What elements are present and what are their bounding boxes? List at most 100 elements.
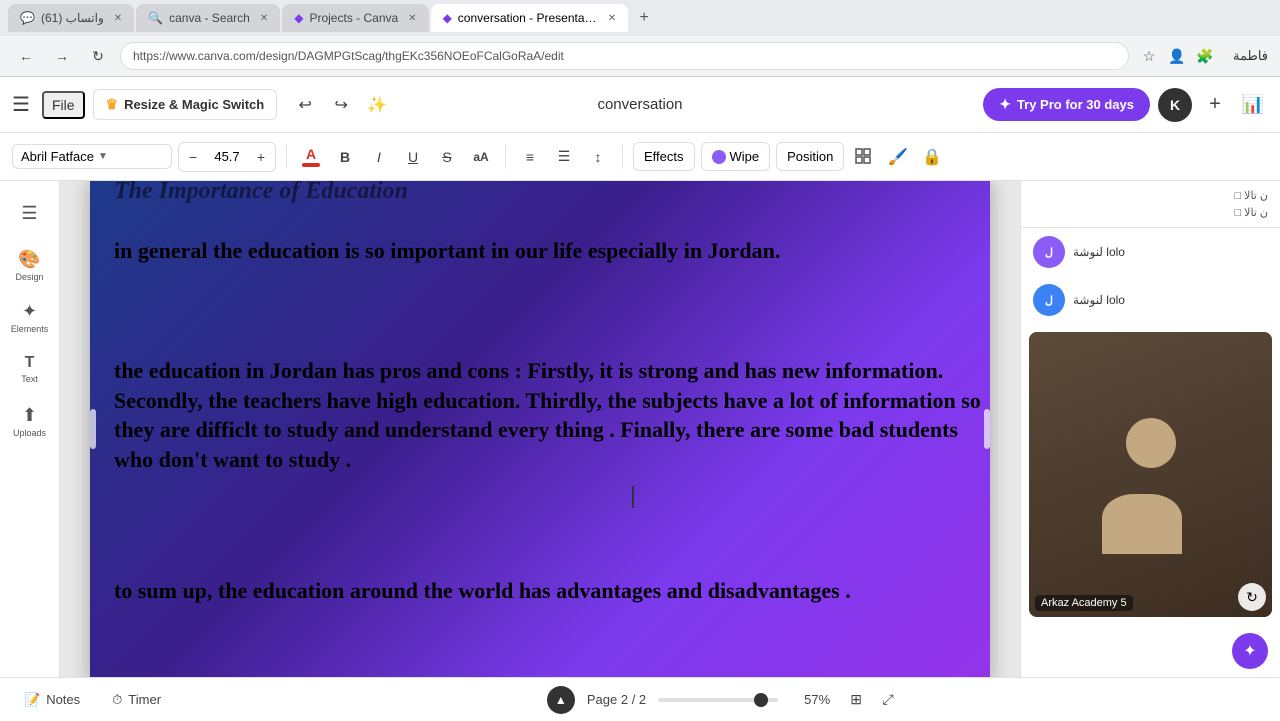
sparkle-button[interactable]: ✨ (361, 89, 393, 121)
video-label: Arkaz Academy 5 (1035, 595, 1133, 611)
separator-3 (622, 145, 623, 169)
bottom-center: ▲ Page 2 / 2 57% ⊞ ⤢ (185, 686, 1264, 714)
notes-button[interactable]: 📝 Notes (16, 688, 88, 712)
align-button[interactable]: ≡ (516, 143, 544, 171)
brush-button[interactable]: 🖌️ (884, 143, 912, 171)
video-person-head (1126, 418, 1176, 468)
grid-button[interactable] (850, 143, 878, 171)
effects-button[interactable]: Effects (633, 142, 695, 171)
video-placeholder (1029, 332, 1272, 617)
underline-button[interactable]: U (399, 143, 427, 171)
participant-avatar-1: ل (1033, 236, 1065, 268)
format-bar: Abril Fatface ▼ − + A B I U S aA ≡ ☰ ↕ E… (0, 133, 1280, 181)
page-progress-track[interactable] (658, 698, 778, 702)
video-refresh-button[interactable]: ↻ (1238, 583, 1266, 611)
tab-conversation[interactable]: ◆ conversation - Presentation ✕ (431, 4, 629, 32)
new-tab-button[interactable]: + (630, 4, 658, 32)
decrease-size-button[interactable]: − (179, 143, 207, 171)
font-dropdown-arrow: ▼ (98, 151, 108, 162)
right-sidebar-header: ن تالا □ ن تالا □ (1021, 181, 1280, 228)
sparkle-action-button[interactable]: ✦ (1232, 633, 1268, 669)
reload-button[interactable]: ↻ (84, 42, 112, 70)
separator-2 (505, 145, 506, 169)
lock-button[interactable]: 🔒 (918, 143, 946, 171)
notes-label: Notes (46, 692, 80, 707)
elements-icon: ✦ (22, 301, 37, 322)
plus-button[interactable]: + (1200, 90, 1230, 120)
tab-favicon-2: 🔍 (148, 11, 163, 25)
bold-button[interactable]: B (331, 143, 359, 171)
fullscreen-button[interactable]: ⤢ (874, 686, 902, 714)
profile-icon[interactable]: 👤 (1165, 44, 1189, 68)
resize-magic-switch-button[interactable]: ♛ Resize & Magic Switch (93, 89, 278, 120)
color-bar-icon (302, 163, 320, 167)
forward-button[interactable]: → (48, 42, 76, 70)
font-name: Abril Fatface (21, 149, 94, 164)
url-bar[interactable]: https://www.canva.com/design/DAGMPGtScag… (120, 42, 1129, 70)
scroll-up-button[interactable]: ▲ (547, 686, 575, 714)
resize-label: Resize & Magic Switch (124, 97, 264, 112)
effects-label: Effects (644, 149, 684, 164)
tab-search[interactable]: 🔍 canva - Search ✕ (136, 4, 280, 32)
tab-projects[interactable]: ◆ Projects - Canva ✕ (282, 4, 428, 32)
undo-button[interactable]: ↩ (289, 89, 321, 121)
app-container: ☰ File ♛ Resize & Magic Switch ↩ ↪ ✨ con… (0, 77, 1280, 721)
resize-handle-right[interactable] (984, 409, 990, 449)
font-size-input[interactable] (207, 149, 247, 164)
case-button[interactable]: aA (467, 143, 495, 171)
document-title: conversation (597, 96, 682, 113)
tab-favicon-4: ◆ (443, 11, 452, 25)
text-cursor (630, 486, 634, 508)
slide-text-block-1[interactable]: in general the education is so important… (114, 236, 990, 266)
increase-size-button[interactable]: + (247, 143, 275, 171)
timer-icon: ⏱ (112, 692, 122, 708)
user-avatar[interactable]: K (1158, 88, 1192, 122)
tab-close-1[interactable]: ✕ (114, 13, 122, 24)
position-button[interactable]: Position (776, 142, 844, 171)
tab-favicon-3: ◆ (294, 11, 303, 25)
bottom-bar: 📝 Notes ⏱ Timer ▲ Page 2 / 2 57% ⊞ ⤢ (0, 677, 1280, 721)
bookmark-icon[interactable]: ☆ (1137, 44, 1161, 68)
sidebar-item-text[interactable]: T Text (6, 345, 54, 393)
main-toolbar: ☰ File ♛ Resize & Magic Switch ↩ ↪ ✨ con… (0, 77, 1280, 133)
sidebar-item-elements[interactable]: ✦ Elements (6, 293, 54, 341)
canvas-area[interactable]: The Importance of Education in general t… (60, 181, 1020, 677)
wipe-button[interactable]: Wipe (701, 142, 771, 171)
text-label: Text (21, 374, 38, 384)
tab-close-3[interactable]: ✕ (408, 13, 416, 24)
font-selector[interactable]: Abril Fatface ▼ (12, 144, 172, 169)
text-color-button[interactable]: A (297, 143, 325, 171)
italic-button[interactable]: I (365, 143, 393, 171)
list-button[interactable]: ☰ (550, 143, 578, 171)
sidebar-item-design[interactable]: 🎨 Design (6, 241, 54, 289)
menu-icon[interactable]: ☰ (12, 92, 30, 117)
chart-button[interactable]: 📊 (1238, 90, 1268, 120)
participant-item-1[interactable]: ل لنوشة lolo (1021, 228, 1280, 276)
spacing-button[interactable]: ↕ (584, 143, 612, 171)
design-icon: 🎨 (18, 249, 40, 270)
redo-button[interactable]: ↪ (325, 89, 357, 121)
tab-close-2[interactable]: ✕ (260, 13, 268, 24)
arabic-user-name: فاطمة (1233, 48, 1268, 64)
slide-text-block-2[interactable]: the education in Jordan has pros and con… (114, 356, 990, 475)
zoom-level: 57% (790, 692, 830, 707)
participant-item-2[interactable]: ل لنوشة lolo (1021, 276, 1280, 324)
sidebar-item-menu[interactable]: ☰ (6, 189, 54, 237)
tab-whatsapp[interactable]: 💬 واتساب (61) ✕ (8, 4, 134, 32)
grid-view-button[interactable]: ⊞ (842, 686, 870, 714)
participant-name-2: لنوشة lolo (1073, 293, 1125, 307)
slide-heading-partial: The Importance of Education (114, 181, 990, 207)
tab-close-4[interactable]: ✕ (608, 13, 616, 24)
sidebar-item-uploads[interactable]: ⬆ Uploads (6, 397, 54, 445)
timer-button[interactable]: ⏱ Timer (104, 688, 169, 712)
extensions-icon[interactable]: 🧩 (1193, 44, 1217, 68)
page-progress-thumb[interactable] (754, 693, 768, 707)
pro-trial-button[interactable]: ✦ Try Pro for 30 days (983, 88, 1150, 121)
slide-text-block-3[interactable]: to sum up, the education around the worl… (114, 576, 990, 606)
file-button[interactable]: File (42, 91, 85, 119)
video-person-body (1102, 494, 1182, 554)
back-button[interactable]: ← (12, 42, 40, 70)
crown-icon: ♛ (106, 96, 119, 113)
resize-handle-left[interactable] (90, 409, 96, 449)
strikethrough-button[interactable]: S (433, 143, 461, 171)
